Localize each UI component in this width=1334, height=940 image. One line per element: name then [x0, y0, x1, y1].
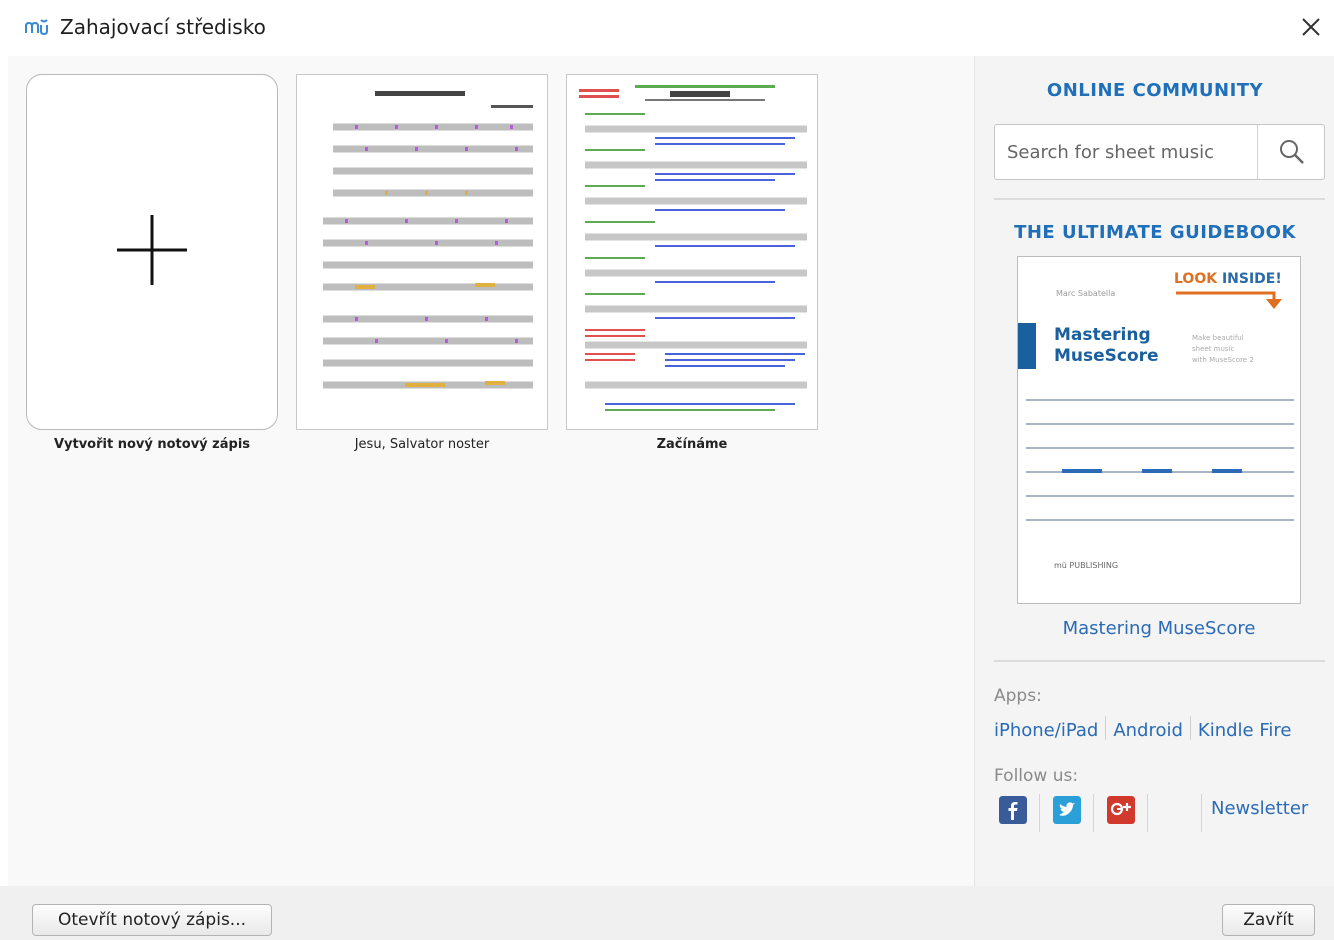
facebook-icon[interactable] [999, 796, 1027, 824]
close-button[interactable]: Zavřít [1222, 904, 1315, 936]
app-link-android[interactable]: Android [1113, 720, 1183, 741]
book-link[interactable]: Mastering MuseScore [975, 618, 1334, 639]
arrow-icon [1176, 291, 1282, 309]
apps-links: iPhone/iPad Android Kindle Fire [994, 716, 1291, 741]
community-heading[interactable]: ONLINE COMMUNITY [975, 80, 1334, 101]
score-label-getting-started: Začínáme [656, 437, 728, 452]
divider [1189, 716, 1191, 740]
book-publisher: mŭ PUBLISHING [1054, 561, 1119, 570]
search-input[interactable] [995, 125, 1257, 179]
book-accent-bar [1018, 323, 1036, 369]
title-bar: Zahajovací středisko [0, 0, 1334, 56]
search-button[interactable] [1257, 125, 1325, 179]
app-link-kindle[interactable]: Kindle Fire [1198, 720, 1292, 741]
divider [1147, 794, 1148, 832]
book-cover[interactable]: Marc Sabatella LOOK INSIDE! Mastering Mu… [1017, 256, 1301, 604]
search-icon [1280, 140, 1304, 164]
google-plus-icon[interactable] [1107, 796, 1135, 824]
app-link-iphone[interactable]: iPhone/iPad [994, 720, 1098, 741]
book-subtitle: Make beautiful sheet music with MuseScor… [1192, 334, 1254, 364]
divider [994, 198, 1325, 200]
musescore-logo-icon [25, 19, 48, 36]
close-icon[interactable] [1296, 12, 1326, 42]
score-tile-jesu[interactable] [296, 74, 548, 430]
score-tile-getting-started[interactable] [566, 74, 818, 430]
new-score-tile[interactable] [26, 74, 278, 430]
divider [1039, 794, 1040, 832]
score-thumbnail [579, 85, 807, 411]
new-score-label: Vytvořit nový notový zápis [53, 437, 251, 452]
divider [1105, 716, 1107, 740]
footer-bar: Otevřít notový zápis... Zavřít [0, 886, 1334, 940]
score-thumbnail [323, 91, 533, 389]
book-author: Marc Sabatella [1056, 289, 1116, 298]
window-title: Zahajovací středisko [60, 15, 266, 39]
book-notation-decoration [1026, 399, 1294, 521]
divider [1093, 794, 1094, 832]
book-title: Mastering MuseScore [1054, 325, 1159, 366]
plus-icon [117, 215, 187, 285]
guidebook-heading[interactable]: THE ULTIMATE GUIDEBOOK [975, 222, 1334, 243]
follow-label: Follow us: [994, 766, 1079, 786]
newsletter-link[interactable]: Newsletter [1211, 798, 1308, 819]
look-inside-badge: LOOK INSIDE! [1174, 271, 1282, 287]
divider [1201, 794, 1202, 832]
score-label-jesu: Jesu, Salvator noster [354, 437, 490, 452]
look-inside-text-b: INSIDE! [1221, 271, 1282, 287]
divider [994, 660, 1325, 662]
open-score-button[interactable]: Otevřít notový zápis... [32, 904, 272, 936]
look-inside-text-a: LOOK [1174, 271, 1222, 287]
apps-label: Apps: [994, 686, 1042, 706]
twitter-icon[interactable] [1053, 796, 1081, 824]
search-box [994, 124, 1325, 180]
sidebar: ONLINE COMMUNITY THE ULTIMATE GUIDEBOOK … [974, 56, 1334, 886]
score-gallery: Vytvořit nový notový zápis Jesu, Salvato… [8, 56, 974, 886]
